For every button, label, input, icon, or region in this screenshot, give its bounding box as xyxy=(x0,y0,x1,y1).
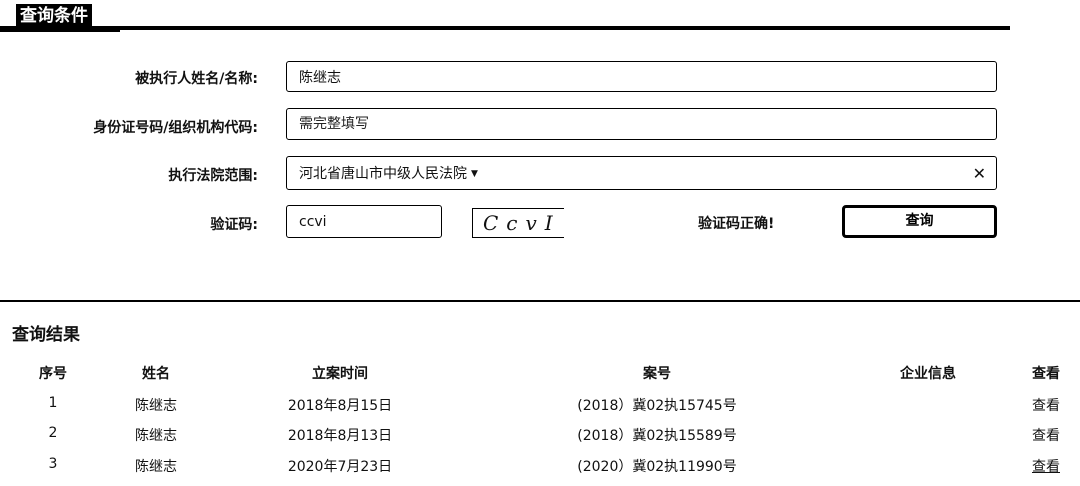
row-index: 2 xyxy=(48,425,58,441)
view-link[interactable]: 查看 xyxy=(1032,395,1060,415)
col-date: 立案时间 xyxy=(312,366,368,382)
col-index: 序号 xyxy=(39,366,67,382)
col-company: 企业信息 xyxy=(900,366,956,382)
header-divider xyxy=(0,26,1010,30)
id-input[interactable] xyxy=(299,116,996,132)
query-conditions-title: 查询条件 xyxy=(16,4,92,28)
name-field[interactable] xyxy=(286,61,997,92)
name-label: 被执行人姓名/名称: xyxy=(135,71,258,87)
row-date: 2018年8月15日 xyxy=(287,398,393,414)
captcha-input[interactable] xyxy=(299,213,441,230)
captcha-image[interactable]: CcvI xyxy=(472,208,564,238)
chevron-down-icon: ▼ xyxy=(471,169,478,179)
row-date: 2020年7月23日 xyxy=(287,459,393,475)
view-link[interactable]: 查看 xyxy=(1032,425,1060,445)
row-index: 1 xyxy=(48,395,58,411)
row-index: 3 xyxy=(48,456,58,472)
row-date: 2018年8月13日 xyxy=(287,428,393,444)
row-case-no: (2020）冀02执11990号 xyxy=(577,459,737,475)
id-field[interactable] xyxy=(286,108,997,140)
court-label: 执行法院范围: xyxy=(168,168,258,184)
row-case-no: (2018）冀02执15589号 xyxy=(577,428,737,444)
view-link[interactable]: 查看 xyxy=(1032,456,1060,476)
close-icon[interactable]: ✕ xyxy=(973,165,986,183)
results-title: 查询结果 xyxy=(12,325,80,345)
row-case-no: (2018）冀02执15745号 xyxy=(577,398,737,414)
col-name: 姓名 xyxy=(142,366,170,382)
row-name: 陈继志 xyxy=(135,459,177,475)
name-input[interactable] xyxy=(299,68,996,85)
id-label: 身份证号码/组织机构代码: xyxy=(93,120,258,136)
row-name: 陈继志 xyxy=(135,428,177,444)
col-view: 查看 xyxy=(1032,366,1060,382)
col-case-no: 案号 xyxy=(643,366,671,382)
row-name: 陈继志 xyxy=(135,398,177,414)
header-divider-accent xyxy=(0,30,120,32)
court-select-value: 河北省唐山市中级人民法院 xyxy=(299,166,467,182)
court-select[interactable]: 河北省唐山市中级人民法院 ▼ ✕ xyxy=(286,156,997,190)
captcha-field[interactable] xyxy=(286,205,442,238)
section-divider xyxy=(0,300,1080,302)
query-button[interactable]: 查询 xyxy=(842,205,997,238)
captcha-status: 验证码正确! xyxy=(698,216,775,232)
captcha-label: 验证码: xyxy=(210,217,258,233)
